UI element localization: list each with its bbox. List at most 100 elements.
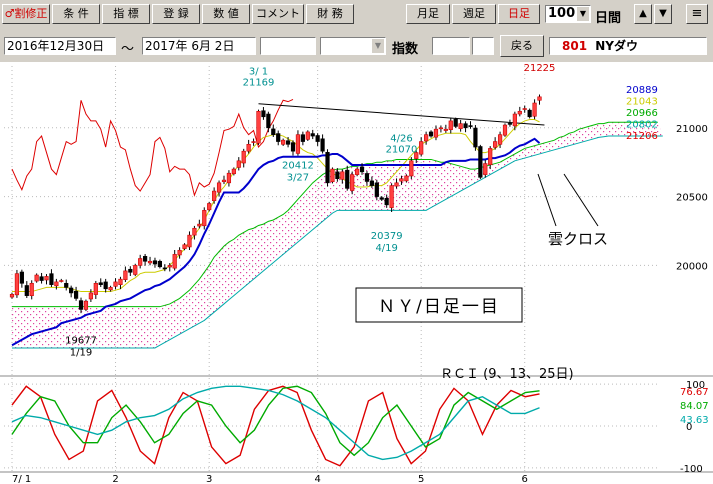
weekly-button[interactable]: 週足 (452, 4, 496, 24)
candle-body (512, 113, 517, 127)
index-field-2[interactable] (472, 37, 494, 55)
candle-body (138, 258, 143, 266)
count-select[interactable]: 100 ▼ (545, 5, 591, 23)
candle-body (379, 197, 384, 200)
candle-body (98, 282, 103, 285)
candle-body (64, 282, 69, 288)
menu-icon[interactable]: ≡ (686, 4, 708, 24)
legend-value: 21043 (626, 97, 658, 108)
candle-body (251, 141, 256, 143)
candle-body (374, 182, 379, 197)
down-arrow-icon[interactable]: ▼ (654, 4, 672, 24)
candle-body (394, 182, 399, 187)
candle-body (39, 276, 44, 281)
end-date-field[interactable]: 2017年 6月 2日 (142, 37, 256, 55)
candle-body (93, 282, 98, 295)
candle-body (438, 127, 444, 130)
indicator-button[interactable]: 指 標 (102, 4, 150, 24)
y-tick-label: 20000 (676, 261, 708, 272)
candle (207, 201, 212, 212)
candle-body (285, 140, 291, 145)
daily-button[interactable]: 日足 (498, 4, 540, 24)
candle-body (330, 168, 335, 183)
values-button[interactable]: 数 値 (202, 4, 250, 24)
candle-body (340, 171, 345, 180)
candle-body (419, 141, 424, 155)
index-field-1[interactable] (432, 37, 470, 55)
candle-body (281, 139, 286, 145)
candle-body (197, 223, 202, 227)
candle-body (34, 274, 39, 282)
candle-body (118, 278, 123, 285)
candle-body (369, 180, 374, 186)
candle-body (478, 146, 483, 178)
condition-button[interactable]: 条 件 (52, 4, 100, 24)
split-adjust-button[interactable]: ♂割修正 (2, 4, 50, 24)
register-button[interactable]: 登 録 (152, 4, 200, 24)
stock-code-field[interactable]: 801 NYダウ (549, 37, 707, 55)
annotation-label: 20412 (282, 161, 314, 172)
blank-field[interactable] (260, 37, 316, 55)
candle-body (315, 135, 320, 142)
candle (453, 117, 458, 129)
candle-body (177, 249, 182, 256)
candle-body (502, 124, 508, 136)
index-select[interactable]: ▼ (320, 37, 386, 55)
back-button[interactable]: 戻る (500, 35, 544, 57)
monthly-button[interactable]: 月足 (406, 4, 450, 24)
candle-body (113, 281, 118, 287)
candle-body (14, 273, 20, 296)
candle (389, 183, 394, 213)
cloud-cross-label: 雲クロス (548, 230, 608, 248)
candle-body (320, 138, 325, 152)
candle-body (221, 179, 227, 183)
candle (83, 299, 89, 312)
rci-legend-value: 84.07 (680, 401, 709, 412)
candle-body (256, 110, 261, 144)
candle-body (468, 125, 473, 127)
candle-body (187, 234, 192, 248)
candle-body (216, 182, 222, 193)
candle (325, 149, 330, 187)
start-date-field[interactable]: 2016年12月30日 (4, 37, 116, 55)
candle-body (335, 171, 340, 180)
x-tick-label: 7/ 1 (12, 474, 31, 484)
candle (478, 144, 483, 179)
candle-body (384, 197, 389, 206)
candle-body (103, 281, 108, 290)
candle-body (354, 168, 360, 175)
rci-legend-value: 43.63 (680, 415, 709, 426)
candle-body (78, 300, 84, 310)
candle-body (212, 190, 217, 202)
candle-body (182, 244, 187, 249)
candle (305, 130, 310, 142)
candle-body (123, 270, 128, 281)
candle-body (157, 260, 163, 268)
chart-title: ＮＹ/日足一目 (378, 297, 500, 317)
legend-value: 20802 (626, 120, 658, 131)
candle-body (172, 254, 177, 269)
candle-body (167, 265, 172, 268)
candle-body (522, 108, 527, 110)
candle-body (9, 293, 15, 298)
candle-body (305, 131, 310, 140)
legend-value: 20966 (626, 108, 658, 119)
candle-body (310, 133, 315, 137)
finance-button[interactable]: 財 務 (306, 4, 354, 24)
candle-body (448, 120, 453, 131)
candle (502, 123, 508, 137)
rci-legend-value: 76.67 (680, 387, 709, 398)
range-bar: 2016年12月30日 〜 2017年 6月 2日 ▼ 指数 戻る 801 NY… (0, 32, 713, 60)
x-tick-label: 3 (206, 474, 212, 484)
legend-value: 20889 (626, 85, 658, 96)
candle-body (290, 142, 296, 152)
candle-body (246, 144, 251, 152)
count-value: 100 (548, 6, 576, 21)
up-arrow-icon[interactable]: ▲ (634, 4, 652, 24)
candle-body (226, 172, 232, 184)
candle-body (458, 123, 463, 129)
comment-button[interactable]: コメント (252, 4, 304, 24)
candle-body (295, 134, 301, 154)
annotation-label: 3/ 1 (249, 66, 268, 77)
annotation-value: 21070 (386, 145, 418, 156)
